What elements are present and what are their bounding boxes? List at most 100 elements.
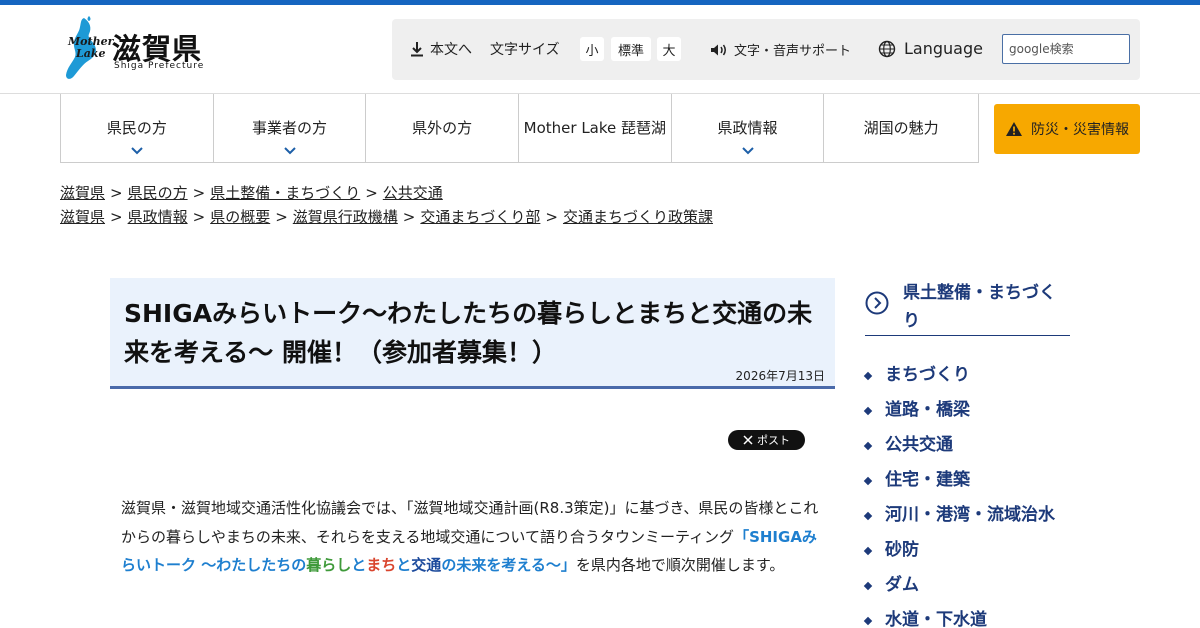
sidebar-menu: まちづくり 道路・橋梁 公共交通 住宅・建築 河川・港湾・流域治水 砂防 ダム …: [863, 362, 1075, 628]
chevron-down-icon: [741, 147, 754, 155]
speaker-icon: [711, 44, 726, 55]
sidebar-item[interactable]: まちづくり: [863, 362, 1075, 397]
disaster-label: 防災・災害情報: [1031, 122, 1129, 138]
voice-support-link[interactable]: 文字・音声サポート: [710, 40, 851, 59]
language-label: Language: [904, 39, 983, 58]
event-name-part: の未来を考える〜」: [441, 556, 576, 574]
event-name-part: と: [351, 556, 367, 574]
sidebar-item-label: 公共交通: [885, 435, 953, 455]
event-name-part: 暮らし: [306, 556, 352, 574]
body-text: 滋賀県・滋賀地域交通活性化協議会では、「滋賀地域交通計画(R8.3策定)」に基づ…: [121, 499, 819, 546]
text-size-standard-button[interactable]: 標準: [611, 37, 651, 61]
language-link[interactable]: Language: [878, 39, 983, 58]
sidebar-heading[interactable]: 県土整備・まちづくり: [865, 278, 1070, 336]
nav-item-label: 湖国の魅力: [863, 118, 939, 137]
sidebar-item[interactable]: 河川・港湾・流域治水: [863, 502, 1075, 537]
warning-icon: [1006, 122, 1022, 136]
global-nav: 県民の方 事業者の方 県外の方 Mother Lake 琵琶湖 県政情報 湖国の…: [60, 94, 979, 163]
sidebar-item-label: 水道・下水道: [885, 610, 987, 628]
breadcrumb-separator: >: [192, 208, 206, 226]
skip-label: 本文へ: [430, 42, 472, 58]
sidebar-item-label: まちづくり: [885, 365, 970, 385]
sidebar-item-label: 住宅・建築: [885, 470, 970, 490]
sidebar-item[interactable]: ダム: [863, 572, 1075, 607]
search-input[interactable]: [1002, 34, 1130, 64]
diamond-bullet-icon: [863, 581, 873, 591]
download-arrow-icon: [411, 42, 423, 57]
nav-item-visitors[interactable]: 県外の方: [366, 94, 520, 162]
breadcrumb-separator: >: [402, 208, 416, 226]
breadcrumb-link[interactable]: 県土整備・まちづくり: [210, 184, 360, 202]
breadcrumb-separator: >: [365, 184, 378, 202]
logo-lake-text: Lake: [76, 47, 106, 60]
breadcrumb-separator: >: [110, 184, 123, 202]
diamond-bullet-icon: [863, 441, 873, 451]
chevron-down-icon: [283, 147, 296, 155]
globe-icon: [878, 40, 896, 57]
event-name-part: まち: [366, 556, 397, 574]
circle-chevron-right-icon: [865, 291, 889, 315]
logo-mother-text: Mother: [68, 35, 114, 48]
nav-item-attractions[interactable]: 湖国の魅力: [824, 94, 978, 162]
chevron-down-icon: [131, 147, 143, 155]
body-text: を県内各地で順次開催します。: [575, 556, 785, 574]
nav-item-label: 県民の方: [106, 118, 167, 137]
nav-item-government[interactable]: 県政情報: [672, 94, 825, 162]
sidebar-item-label: 河川・港湾・流域治水: [885, 505, 1055, 525]
site-logo[interactable]: Mother Lake 滋賀県 Shiga Prefecture: [62, 16, 212, 82]
breadcrumb-link[interactable]: 滋賀県: [60, 184, 105, 202]
x-post-label: ポスト: [757, 434, 790, 447]
breadcrumb-link[interactable]: 県の概要: [210, 208, 270, 226]
sidebar-item[interactable]: 水道・下水道: [863, 607, 1075, 628]
nav-item-mother-lake[interactable]: Mother Lake 琵琶湖: [519, 94, 672, 162]
sidebar-item-label: 道路・橋梁: [885, 400, 970, 420]
text-size-label: 文字サイズ: [490, 42, 560, 58]
nav-item-business[interactable]: 事業者の方: [214, 94, 367, 162]
diamond-bullet-icon: [863, 406, 873, 416]
breadcrumb-separator: >: [275, 208, 288, 226]
breadcrumb-link[interactable]: 交通まちづくり部: [420, 208, 540, 226]
top-accent-bar: [0, 0, 1200, 5]
skip-to-content-link[interactable]: 本文へ: [410, 39, 472, 59]
sidebar-item[interactable]: 住宅・建築: [863, 467, 1075, 502]
header-tools: 本文へ 文字サイズ 小 標準 大 文字・音声サポート Language: [392, 19, 1140, 80]
sidebar-item[interactable]: 道路・橋梁: [863, 397, 1075, 432]
page-title: SHIGAみらいトーク〜わたしたちの暮らしとまちと交通の未来を考える〜 開催！（…: [124, 299, 813, 367]
nav-item-label: 県外の方: [412, 118, 473, 137]
sidebar-heading-label: 県土整備・まちづくり: [903, 283, 1056, 331]
breadcrumb-separator: >: [110, 208, 123, 226]
breadcrumb: 滋賀県 > 県政情報 > 県の概要 > 滋賀県行政機構 > 交通まちづくり部 > 交通まちづくり政策…: [60, 206, 713, 227]
publish-date: 2026年7月13日: [735, 369, 825, 383]
breadcrumb-link[interactable]: 県政情報: [128, 208, 188, 226]
breadcrumb-link[interactable]: 滋賀県: [60, 208, 105, 226]
text-size-small-button[interactable]: 小: [580, 37, 604, 61]
breadcrumb-separator: >: [545, 208, 558, 226]
diamond-bullet-icon: [863, 476, 873, 486]
sidebar-item-label: 砂防: [885, 540, 919, 560]
breadcrumb-link[interactable]: 県民の方: [128, 184, 188, 202]
nav-item-residents[interactable]: 県民の方: [61, 94, 214, 162]
diamond-bullet-icon: [863, 616, 873, 626]
nav-item-label: 事業者の方: [252, 118, 328, 137]
nav-item-label: 県政情報: [717, 118, 778, 137]
article-header: SHIGAみらいトーク〜わたしたちの暮らしとまちと交通の未来を考える〜 開催！（…: [110, 278, 835, 389]
diamond-bullet-icon: [863, 546, 873, 556]
text-size-large-button[interactable]: 大: [657, 37, 681, 61]
article-body: 滋賀県・滋賀地域交通活性化協議会では、「滋賀地域交通計画(R8.3策定)」に基づ…: [121, 494, 831, 580]
breadcrumb-link[interactable]: 交通まちづくり政策課: [563, 208, 713, 226]
nav-item-label: Mother Lake 琵琶湖: [523, 118, 667, 137]
disaster-info-button[interactable]: 防災・災害情報: [994, 104, 1140, 154]
breadcrumb-separator: >: [192, 184, 206, 202]
sidebar-item[interactable]: 公共交通: [863, 432, 1075, 467]
sidebar-item[interactable]: 砂防: [863, 537, 1075, 572]
x-post-button[interactable]: ポスト: [728, 430, 805, 450]
voice-support-label: 文字・音声サポート: [734, 44, 852, 59]
breadcrumb: 滋賀県 > 県民の方 > 県土整備・まちづくり > 公共交通: [60, 182, 443, 203]
logo-subtitle: Shiga Prefecture: [114, 61, 205, 71]
diamond-bullet-icon: [863, 371, 873, 381]
event-name-part: と: [396, 556, 412, 574]
breadcrumb-link[interactable]: 公共交通: [383, 184, 443, 202]
diamond-bullet-icon: [863, 511, 873, 521]
x-logo-icon: [743, 435, 753, 445]
breadcrumb-link[interactable]: 滋賀県行政機構: [293, 208, 398, 226]
